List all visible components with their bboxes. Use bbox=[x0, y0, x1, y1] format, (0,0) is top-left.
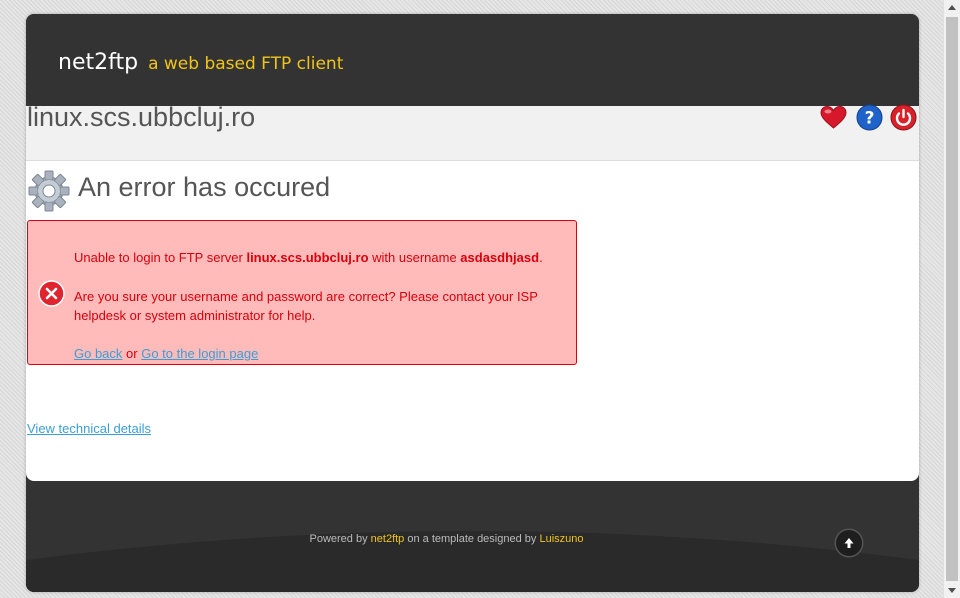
scroll-down-arrow-icon[interactable] bbox=[948, 588, 956, 593]
login-error-middle: with username bbox=[368, 250, 461, 265]
help-hint-line-2: helpdesk or system administrator for hel… bbox=[74, 308, 316, 323]
gear-icon bbox=[28, 170, 70, 212]
error-x-icon bbox=[38, 280, 65, 307]
technical-details-link[interactable]: View technical details bbox=[27, 421, 151, 436]
help-hint-line-1: Are you sure your username and password … bbox=[74, 289, 538, 304]
brand-tagline: a web based FTP client bbox=[148, 54, 344, 74]
footer-credits: Powered by net2ftp on a template designe… bbox=[0, 533, 893, 545]
login-error-prefix: Unable to login to FTP server bbox=[74, 250, 247, 265]
error-title: An error has occured bbox=[78, 172, 331, 202]
error-actions: Go back or Go to the login page bbox=[74, 344, 258, 363]
logout-power-icon[interactable] bbox=[890, 104, 917, 131]
login-page-link[interactable]: Go to the login page bbox=[141, 346, 258, 361]
powered-by-text: Powered by bbox=[309, 533, 371, 545]
login-error-line: Unable to login to FTP server linux.scs.… bbox=[74, 248, 543, 267]
brand: net2ftp a web based FTP client bbox=[58, 50, 343, 75]
error-username: asdasdhjasd bbox=[460, 250, 540, 265]
help-icon[interactable]: ? bbox=[856, 104, 883, 131]
net2ftp-link[interactable]: net2ftp bbox=[371, 533, 405, 545]
back-to-top-button[interactable] bbox=[834, 528, 864, 558]
error-server: linux.scs.ubbcluj.ro bbox=[246, 250, 369, 265]
designer-link[interactable]: Luiszuno bbox=[539, 533, 583, 545]
scroll-up-arrow-icon[interactable] bbox=[948, 5, 956, 10]
login-error-suffix: . bbox=[539, 250, 543, 265]
go-back-link[interactable]: Go back bbox=[74, 346, 122, 361]
brand-name: net2ftp bbox=[58, 50, 139, 75]
svg-text:?: ? bbox=[865, 109, 875, 129]
or-text: or bbox=[122, 346, 142, 361]
template-text: on a template designed by bbox=[404, 533, 540, 545]
ftp-server-hostname: linux.scs.ubbcluj.ro bbox=[27, 102, 256, 132]
scrollbar-thumb[interactable] bbox=[946, 17, 958, 581]
vertical-scrollbar[interactable] bbox=[943, 0, 960, 598]
bookmark-heart-icon[interactable] bbox=[820, 104, 847, 131]
masthead: net2ftp a web based FTP client bbox=[26, 14, 919, 106]
